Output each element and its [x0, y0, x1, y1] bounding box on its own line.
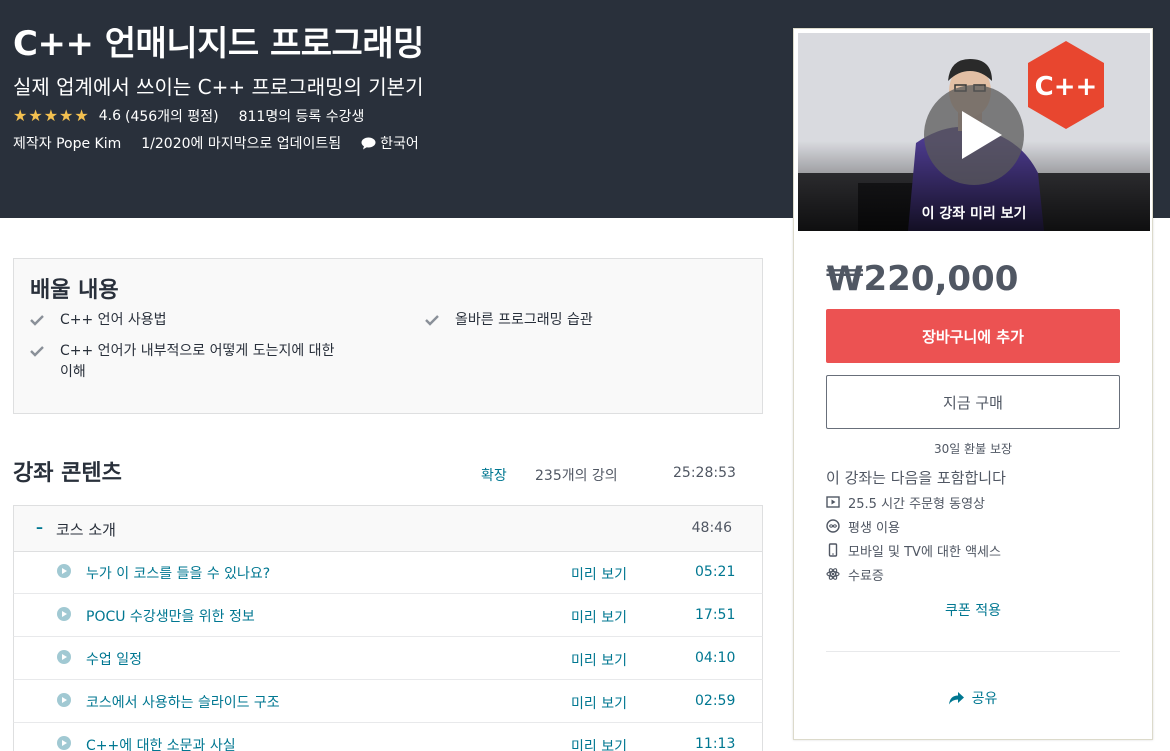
lecture-title[interactable]: 누가 이 코스를 들을 수 있나요? — [86, 563, 270, 583]
what-you-will-learn: 배울 내용 C++ 언어 사용법 올바른 프로그래밍 습관 C++ 언어가 내부… — [13, 258, 763, 414]
lecture-row[interactable]: POCU 수강생만을 위한 정보 미리 보기 17:51 — [13, 594, 763, 637]
play-circle-icon — [57, 736, 71, 750]
learn-item: 올바른 프로그래밍 습관 — [425, 310, 745, 333]
lecture-length: 17:51 — [695, 607, 736, 623]
lecture-length: 02:59 — [695, 693, 736, 709]
money-back-guarantee: 30일 환불 보장 — [933, 442, 1013, 456]
rating-count[interactable]: (456개의 평점) — [125, 106, 219, 126]
play-circle-icon — [57, 693, 71, 707]
section-header[interactable]: – 코스 소개 48:46 — [13, 505, 763, 552]
learn-item-text: C++ 언어 사용법 — [60, 312, 167, 328]
rating-row: ★ ★ ★ ★ ★ 4.6 (456개의 평점) 811명의 등록 수강생 — [13, 106, 364, 126]
lecture-preview-link[interactable]: 미리 보기 — [571, 693, 627, 713]
course-subtitle: 실제 업계에서 쓰이는 C++ 프로그래밍의 기본기 — [13, 75, 424, 99]
star-icon: ★ — [74, 106, 89, 125]
checkmark-icon — [30, 310, 60, 333]
star-icon: ★ — [43, 106, 59, 125]
lecture-list: 누가 이 코스를 들을 수 있나요? 미리 보기 05:21 POCU 수강생만… — [13, 551, 763, 751]
lecture-row[interactable]: 누가 이 코스를 들을 수 있나요? 미리 보기 05:21 — [13, 551, 763, 594]
video-icon — [826, 496, 840, 508]
course-preview-video[interactable]: C++ 이 강좌 미리 보기 — [798, 33, 1150, 231]
play-icon — [962, 111, 1002, 159]
lecture-title[interactable]: 코스에서 사용하는 슬라이드 구조 — [86, 692, 280, 712]
lecture-preview-link[interactable]: 미리 보기 — [571, 736, 627, 751]
buy-now-button[interactable]: 지금 구매 — [826, 375, 1120, 429]
lecture-row[interactable]: 코스에서 사용하는 슬라이드 구조 미리 보기 02:59 — [13, 680, 763, 723]
learn-item-text: 올바른 프로그래밍 습관 — [455, 312, 593, 328]
include-item-label: 수료증 — [848, 568, 884, 584]
learn-item: C++ 언어 사용법 — [30, 310, 350, 333]
language-label: 한국어 — [380, 136, 419, 152]
include-item-label: 모바일 및 TV에 대한 액세스 — [848, 544, 1001, 560]
lecture-title[interactable]: POCU 수강생만을 위한 정보 — [86, 606, 255, 626]
learn-title: 배울 내용 — [30, 278, 119, 303]
star-rating: ★ ★ ★ ★ ★ — [13, 108, 90, 124]
star-icon: ★ — [59, 106, 74, 125]
rating-value: 4.6 — [98, 108, 121, 124]
course-meta: 제작자 Pope Kim 1/2020에 마지막으로 업데이트됨 한국어 — [13, 133, 419, 153]
include-item: 모바일 및 TV에 대한 액세스 — [826, 538, 1001, 562]
course-price: ₩220,000 — [826, 259, 1019, 299]
share-button[interactable]: 공유 — [794, 688, 1152, 708]
lecture-preview-link[interactable]: 미리 보기 — [571, 607, 627, 627]
course-content-title: 강좌 콘텐츠 — [13, 461, 122, 486]
lecture-preview-link[interactable]: 미리 보기 — [571, 564, 627, 584]
star-icon: ★ — [28, 106, 43, 125]
lecture-title[interactable]: C++에 대한 소문과 사실 — [86, 735, 236, 751]
share-icon — [948, 691, 964, 704]
divider — [826, 651, 1120, 652]
learn-item-text: C++ 언어가 내부적으로 어떻게 도는지에 대한 이해 — [60, 343, 335, 380]
purchase-card: C++ 이 강좌 미리 보기 ₩220,000 장바구니에 추가 지금 구매 3… — [793, 28, 1153, 740]
checkmark-icon — [30, 341, 60, 383]
lecture-length: 05:21 — [695, 564, 736, 580]
includes-list: 25.5 시간 주문형 동영상 평생 이용 모바일 및 TV에 대한 액세스 수… — [826, 490, 1001, 586]
section-length: 48:46 — [691, 520, 732, 536]
include-item-label: 25.5 시간 주문형 동영상 — [848, 496, 986, 512]
include-item: 수료증 — [826, 562, 1001, 586]
collapse-icon[interactable]: – — [36, 520, 43, 536]
svg-text:C++: C++ — [1035, 72, 1098, 102]
total-length: 25:28:53 — [673, 465, 736, 481]
course-title: C++ 언매니지드 프로그래밍 — [13, 24, 424, 64]
lecture-row[interactable]: C++에 대한 소문과 사실 미리 보기 11:13 — [13, 723, 763, 751]
speech-bubble-icon — [361, 137, 376, 149]
add-to-cart-button[interactable]: 장바구니에 추가 — [826, 309, 1120, 363]
lecture-title[interactable]: 수업 일정 — [86, 649, 142, 669]
infinity-icon — [826, 519, 840, 533]
lecture-length: 11:13 — [695, 736, 736, 751]
checkmark-icon — [425, 310, 455, 333]
section-title: 코스 소개 — [56, 521, 116, 539]
learn-item: C++ 언어가 내부적으로 어떻게 도는지에 대한 이해 — [30, 341, 350, 383]
lecture-count: 235개의 강의 — [535, 468, 618, 484]
play-circle-icon — [57, 607, 71, 621]
includes-title: 이 강좌는 다음을 포함합니다 — [826, 469, 1006, 487]
include-item-label: 평생 이용 — [848, 520, 900, 536]
last-updated: 1/2020에 마지막으로 업데이트됨 — [141, 136, 342, 152]
certificate-icon — [826, 568, 840, 580]
include-item: 25.5 시간 주문형 동영상 — [826, 490, 1001, 514]
star-icon: ★ — [13, 106, 28, 125]
lecture-row[interactable]: 수업 일정 미리 보기 04:10 — [13, 637, 763, 680]
share-label: 공유 — [971, 691, 998, 707]
lecture-preview-link[interactable]: 미리 보기 — [571, 650, 627, 670]
course-language: 한국어 — [361, 133, 419, 153]
apply-coupon-link[interactable]: 쿠폰 적용 — [794, 600, 1152, 620]
lecture-length: 04:10 — [695, 650, 736, 666]
mobile-icon — [828, 543, 838, 557]
include-item: 평생 이용 — [826, 514, 1001, 538]
play-circle-icon — [57, 650, 71, 664]
play-button[interactable] — [924, 85, 1024, 185]
expand-all-link[interactable]: 확장 — [481, 465, 507, 485]
enrollment-count: 811명의 등록 수강생 — [238, 109, 365, 125]
play-circle-icon — [57, 564, 71, 578]
course-author[interactable]: 제작자 Pope Kim — [13, 133, 121, 153]
preview-label: 이 강좌 미리 보기 — [921, 206, 1027, 222]
